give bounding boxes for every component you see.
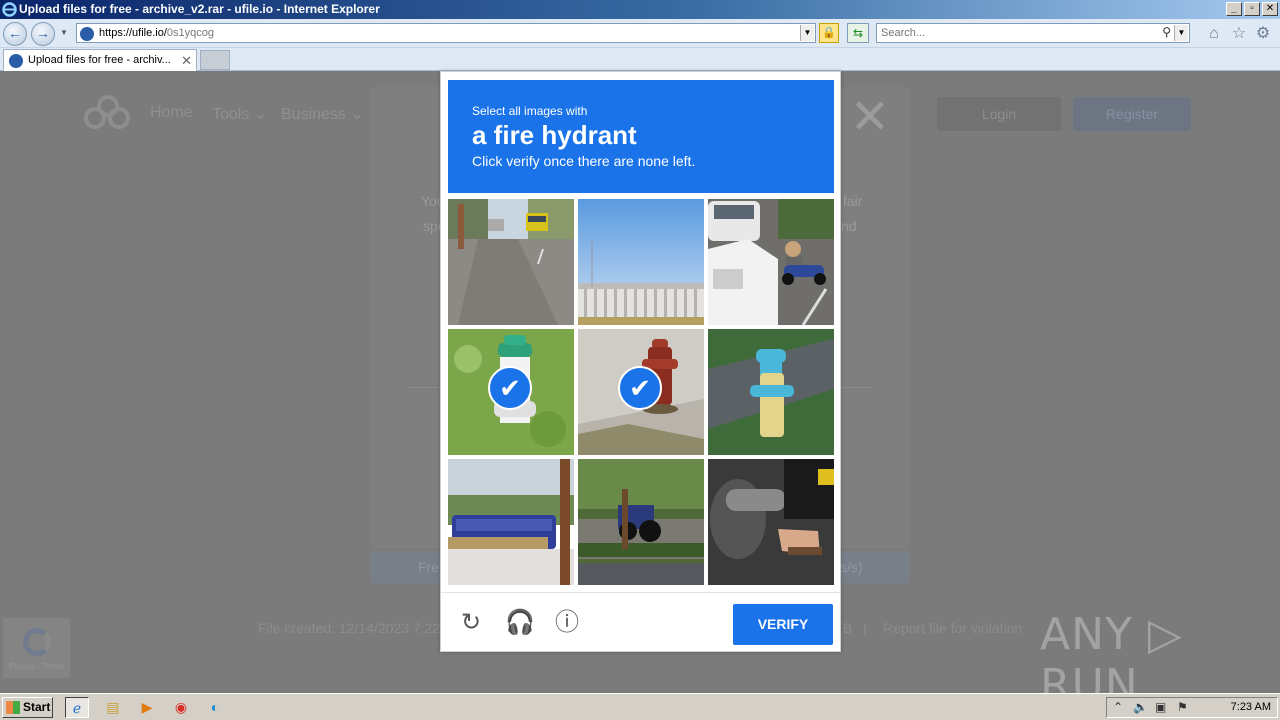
nav-tools[interactable]: Tools ⌄ bbox=[212, 104, 267, 124]
file-size-fragment: B bbox=[843, 620, 853, 636]
captcha-tile-road-with-bus[interactable] bbox=[448, 199, 574, 325]
windows-taskbar: Start ℯ ▤ ▶ ◉ ◐ ⌃ 🔈 ▣ ⚑ 7:23 AM bbox=[0, 693, 1280, 720]
reload-icon[interactable]: ↻ bbox=[457, 609, 485, 637]
site-favicon-icon bbox=[80, 27, 94, 41]
nav-home[interactable]: Home bbox=[150, 104, 193, 122]
file-created-text: File created: 12/14/2023 7:22 bbox=[258, 620, 441, 636]
nav-business[interactable]: Business ⌄ bbox=[281, 104, 364, 124]
forward-arrow-icon[interactable]: → bbox=[31, 22, 55, 46]
action-center-flag-icon[interactable]: ⚑ bbox=[1177, 700, 1188, 714]
verify-button[interactable]: VERIFY bbox=[733, 604, 833, 645]
gear-icon[interactable]: ⚙ bbox=[1253, 24, 1273, 44]
card-text-fragment: nd bbox=[841, 218, 857, 234]
captcha-tile-green-hydrant-on-grass[interactable]: ✔ bbox=[448, 329, 574, 455]
favorites-star-icon[interactable]: ☆ bbox=[1229, 24, 1249, 44]
captcha-tile-bridge-and-sky[interactable] bbox=[578, 199, 704, 325]
media-player-icon[interactable]: ▶ bbox=[135, 697, 159, 718]
chrome-icon[interactable]: ◉ bbox=[169, 697, 193, 718]
card-close-icon[interactable]: ✕ bbox=[850, 89, 890, 145]
tray-expand-icon[interactable]: ⌃ bbox=[1113, 700, 1123, 714]
captcha-dialog: Select all images with a fire hydrant Cl… bbox=[440, 71, 841, 652]
recaptcha-icon bbox=[23, 628, 51, 656]
file-explorer-icon[interactable]: ▤ bbox=[101, 697, 125, 718]
captcha-tile-tractor-in-park[interactable] bbox=[578, 459, 704, 585]
tab-strip: Upload files for free - archiv... ✕ bbox=[0, 48, 1280, 71]
selected-check-icon: ✔ bbox=[488, 366, 532, 410]
captcha-tile-red-hydrant-on-pavement[interactable]: ✔ bbox=[578, 329, 704, 455]
address-dropdown-icon[interactable]: ▼ bbox=[800, 25, 814, 41]
window-titlebar: Upload files for free - archive_v2.rar -… bbox=[0, 0, 1280, 19]
captcha-tile-blue-yellow-hydrant[interactable] bbox=[708, 329, 834, 455]
start-button[interactable]: Start bbox=[2, 697, 53, 718]
close-window-button[interactable]: ✕ bbox=[1262, 2, 1278, 16]
tab-close-icon[interactable]: ✕ bbox=[181, 53, 192, 69]
volume-icon[interactable]: 🔈 bbox=[1133, 700, 1148, 714]
search-icon[interactable]: ⚲ bbox=[1162, 25, 1171, 39]
captcha-tile-blue-bus-street[interactable] bbox=[448, 459, 574, 585]
tab-ufile[interactable]: Upload files for free - archiv... ✕ bbox=[3, 49, 197, 71]
system-tray: ⌃ 🔈 ▣ ⚑ 7:23 AM bbox=[1106, 697, 1278, 718]
captcha-footer: ↻ 🎧 ⓘ VERIFY bbox=[441, 592, 840, 652]
search-input[interactable] bbox=[877, 24, 1147, 41]
footer-separator: | bbox=[863, 620, 867, 636]
selected-check-icon: ✔ bbox=[618, 366, 662, 410]
search-dropdown-icon[interactable]: ▼ bbox=[1174, 25, 1188, 41]
refresh-icon[interactable]: ⇆ bbox=[847, 23, 869, 43]
ufile-logo[interactable] bbox=[84, 95, 132, 133]
history-dropdown-icon[interactable]: ▼ bbox=[60, 28, 68, 37]
audio-headphones-icon[interactable]: 🎧 bbox=[505, 609, 535, 637]
restore-button[interactable]: ▫ bbox=[1244, 2, 1260, 16]
windows-flag-icon bbox=[6, 701, 20, 714]
register-button[interactable]: Register bbox=[1073, 97, 1191, 131]
clock[interactable]: 7:23 AM bbox=[1231, 701, 1271, 713]
address-bar[interactable]: https://ufile.io/0s1yqcog ▼ bbox=[76, 23, 816, 43]
info-icon[interactable]: ⓘ bbox=[553, 609, 581, 637]
edge-icon[interactable]: ◐ bbox=[203, 697, 227, 718]
captcha-tile-motorbike-closeup[interactable] bbox=[708, 459, 834, 585]
minimize-button[interactable]: _ bbox=[1226, 2, 1242, 16]
browser-navbar: ← → ▼ https://ufile.io/0s1yqcog ▼ 🔒 ⇆ ⚲ … bbox=[0, 19, 1280, 48]
network-icon[interactable]: ▣ bbox=[1155, 700, 1166, 714]
login-button[interactable]: Login bbox=[937, 97, 1061, 131]
tab-label: Upload files for free - archiv... bbox=[28, 54, 171, 66]
internet-explorer-taskbar-icon[interactable]: ℯ bbox=[65, 697, 89, 718]
address-url[interactable]: https://ufile.io/0s1yqcog bbox=[99, 27, 214, 39]
back-arrow-icon[interactable]: ← bbox=[3, 22, 27, 46]
card-text-fragment: fair bbox=[843, 193, 863, 209]
search-box[interactable]: ⚲ ▼ bbox=[876, 23, 1190, 43]
captcha-instruction-sub: Click verify once there are none left. bbox=[472, 153, 696, 169]
anyrun-watermark: ANY ▷ RUN bbox=[1040, 609, 1183, 693]
new-tab-button[interactable] bbox=[200, 50, 230, 70]
home-icon[interactable]: ⌂ bbox=[1204, 24, 1224, 44]
internet-explorer-icon bbox=[2, 2, 17, 17]
lock-icon[interactable]: 🔒 bbox=[819, 23, 839, 43]
captcha-target: a fire hydrant bbox=[472, 120, 637, 150]
captcha-prompt: Select all images with a fire hydrant Cl… bbox=[448, 80, 834, 193]
window-title: Upload files for free - archive_v2.rar -… bbox=[19, 2, 380, 16]
tab-favicon-icon bbox=[9, 54, 23, 68]
captcha-tile-cars-and-motorbike[interactable] bbox=[708, 199, 834, 325]
recaptcha-badge[interactable]: Privacy - Terms bbox=[3, 618, 70, 678]
captcha-image-grid: ✔ ✔ bbox=[448, 199, 834, 585]
report-violation-link[interactable]: Report file for violation bbox=[883, 620, 1022, 636]
captcha-instruction-small: Select all images with bbox=[472, 104, 588, 118]
